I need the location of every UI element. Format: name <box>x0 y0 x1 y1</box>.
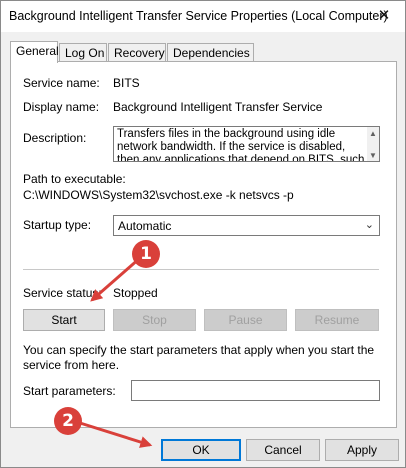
step-badge-2: 2 <box>54 407 82 435</box>
step-badge-1: 1 <box>132 240 160 268</box>
arrow-to-start <box>90 256 141 302</box>
annotation-arrows <box>79 256 153 448</box>
tab-general[interactable]: General <box>10 41 59 63</box>
arrow-to-ok <box>79 421 153 448</box>
